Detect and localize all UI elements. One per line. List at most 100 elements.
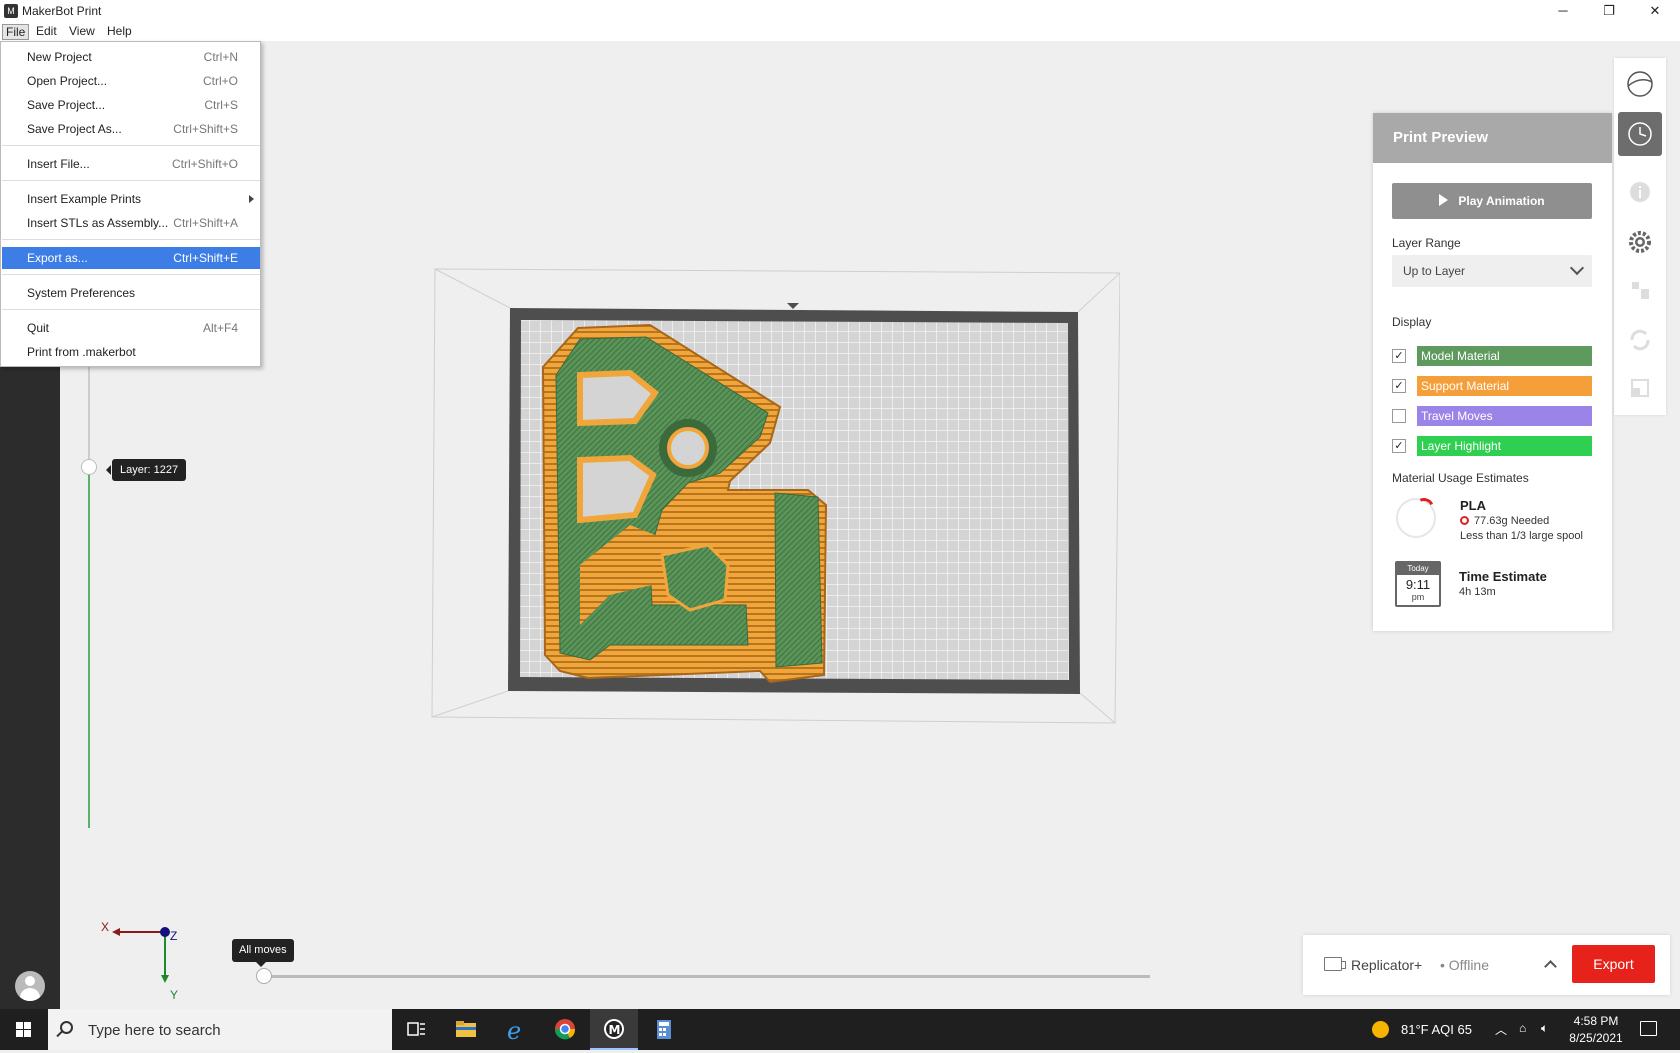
panel-title: Print Preview	[1373, 113, 1612, 163]
menu-view[interactable]: View	[66, 24, 98, 40]
svg-text:M: M	[609, 1023, 621, 1037]
material-spool-estimate: Less than 1/3 large spool	[1460, 530, 1583, 542]
moves-tooltip: All moves	[232, 939, 294, 967]
export-bar: Replicator+ • Offline Export	[1303, 935, 1670, 995]
checkbox[interactable]	[1392, 409, 1406, 423]
time-estimate-label: Time Estimate	[1459, 569, 1547, 584]
printer-status: • Offline	[1440, 957, 1489, 973]
menu-item-insert-file[interactable]: Insert File... Ctrl+Shift+O	[2, 153, 260, 175]
printer-icon	[1324, 957, 1346, 971]
settings-gear-icon[interactable]	[1618, 220, 1662, 264]
menu-edit[interactable]: Edit	[33, 24, 60, 40]
submenu-arrow-icon	[249, 195, 254, 203]
move-slider-track[interactable]	[264, 975, 1150, 978]
rotate-icon[interactable]	[1618, 318, 1662, 362]
display-label: Display	[1392, 315, 1432, 329]
display-option-travel-moves[interactable]: Travel Moves	[1392, 406, 1592, 426]
scale-icon[interactable]	[1618, 366, 1662, 410]
network-icon[interactable]: ⌂	[1519, 1021, 1526, 1035]
restore-button[interactable]: ❐	[1586, 0, 1632, 22]
menu-item-new-project[interactable]: New Project Ctrl+N	[2, 46, 260, 68]
menu-file[interactable]: File	[2, 24, 30, 40]
menu-item-open-project[interactable]: Open Project... Ctrl+O	[2, 70, 260, 92]
layer-slider-track[interactable]	[88, 466, 90, 828]
layer-range-label: Layer Range	[1392, 236, 1461, 250]
checkbox[interactable]: ✓	[1392, 379, 1406, 393]
display-option-layer-highlight[interactable]: ✓ Layer Highlight	[1392, 436, 1592, 456]
menu-separator	[2, 274, 260, 275]
weather-sun-icon[interactable]	[1372, 1021, 1389, 1038]
axis-z-label: Z	[170, 929, 178, 943]
material-needed: 77.63g Needed	[1474, 515, 1550, 527]
user-avatar-icon[interactable]	[15, 971, 45, 1001]
menu-bar: File Edit View Help	[0, 22, 1680, 41]
menu-help[interactable]: Help	[104, 24, 135, 40]
display-option-model-material[interactable]: ✓ Model Material	[1392, 346, 1592, 366]
window-title: MakerBot Print	[22, 4, 102, 18]
arrange-icon[interactable]	[1618, 268, 1662, 312]
notification-icon[interactable]	[1640, 1021, 1657, 1036]
clock-time[interactable]: 4:58 PM	[1566, 1014, 1626, 1028]
menu-item-system-preferences[interactable]: System Preferences	[2, 282, 260, 304]
calendar-icon: Today 9:11 pm	[1395, 561, 1441, 607]
layer-tooltip: Layer: 1227	[105, 459, 187, 481]
close-button[interactable]: ✕	[1632, 0, 1678, 22]
volume-icon[interactable]: 🔈︎	[1541, 1021, 1548, 1036]
menu-item-save-project[interactable]: Save Project... Ctrl+S	[2, 94, 260, 116]
checkbox[interactable]: ✓	[1392, 349, 1406, 363]
material-usage-ring-icon	[1396, 498, 1436, 538]
display-option-support-material[interactable]: ✓ Support Material	[1392, 376, 1592, 396]
checkbox[interactable]: ✓	[1392, 439, 1406, 453]
menu-separator	[2, 145, 260, 146]
axis-x-label: X	[101, 920, 110, 934]
print-preview-icon[interactable]	[1618, 112, 1662, 156]
file-explorer-icon[interactable]	[442, 1009, 490, 1050]
weather-text[interactable]: 81°F AQI 65	[1401, 1022, 1472, 1037]
layer-slider-handle[interactable]	[81, 459, 97, 475]
file-menu-dropdown: New Project Ctrl+N Open Project... Ctrl+O …	[0, 41, 261, 367]
menu-item-save-project-as[interactable]: Save Project As... Ctrl+Shift+S	[2, 118, 260, 140]
makerbot-print-taskbar-icon[interactable]: M	[590, 1009, 638, 1050]
title-bar: M MakerBot Print ─ ❐ ✕	[0, 0, 1680, 22]
printer-name[interactable]: Replicator+	[1351, 957, 1422, 973]
menu-item-quit[interactable]: Quit Alt+F4	[2, 317, 260, 339]
chevron-up-tray-icon[interactable]: ︿	[1495, 1021, 1507, 1038]
info-icon[interactable]	[1618, 170, 1662, 214]
internet-explorer-icon[interactable]: e	[492, 1009, 540, 1050]
svg-text:e: e	[507, 1017, 521, 1045]
task-view-icon[interactable]	[392, 1009, 440, 1050]
minimize-button[interactable]: ─	[1540, 0, 1586, 22]
chrome-icon[interactable]	[541, 1009, 589, 1050]
search-icon	[60, 1021, 73, 1034]
menu-item-insert-stls-assembly[interactable]: Insert STLs as Assembly... Ctrl+Shift+A	[2, 212, 260, 234]
axis-y-label: Y	[170, 988, 179, 1002]
time-estimate-value: 4h 13m	[1459, 586, 1496, 598]
view-sphere-icon[interactable]	[1618, 62, 1662, 106]
material-status-dot-icon	[1460, 516, 1469, 525]
clock-date[interactable]: 8/25/2021	[1562, 1031, 1630, 1045]
calculator-icon[interactable]	[640, 1009, 688, 1050]
material-usage-label: Material Usage Estimates	[1392, 471, 1529, 485]
export-button[interactable]: Export	[1572, 945, 1655, 983]
play-animation-button[interactable]: Play Animation	[1392, 183, 1592, 219]
menu-separator	[2, 239, 260, 240]
menu-separator	[2, 309, 260, 310]
menu-item-print-from-makerbot[interactable]: Print from .makerbot	[2, 341, 260, 363]
makerbot-m-icon: M	[4, 4, 18, 18]
menu-item-export-as[interactable]: Export as... Ctrl+Shift+E	[2, 247, 260, 269]
build-plate-scene	[431, 268, 1120, 724]
taskbar-search-box[interactable]: Type here to search	[48, 1009, 392, 1050]
layer-slider-track-upper	[88, 360, 90, 466]
material-name: PLA	[1460, 498, 1486, 513]
right-toolbar	[1614, 58, 1666, 415]
print-preview-panel: Print Preview Play Animation Layer Range…	[1373, 113, 1612, 631]
windows-taskbar: Type here to search e M 81°F AQI 65 ︿ ⌂ …	[0, 1009, 1680, 1050]
menu-item-insert-example-prints[interactable]: Insert Example Prints	[2, 188, 260, 210]
menu-separator	[2, 180, 260, 181]
chevron-down-icon	[1569, 260, 1585, 276]
chevron-up-icon[interactable]	[1544, 960, 1557, 973]
play-icon	[1439, 194, 1449, 206]
move-slider-handle[interactable]	[256, 968, 272, 984]
windows-start-icon[interactable]	[0, 1009, 48, 1050]
layer-range-select[interactable]: Up to Layer	[1392, 255, 1592, 287]
